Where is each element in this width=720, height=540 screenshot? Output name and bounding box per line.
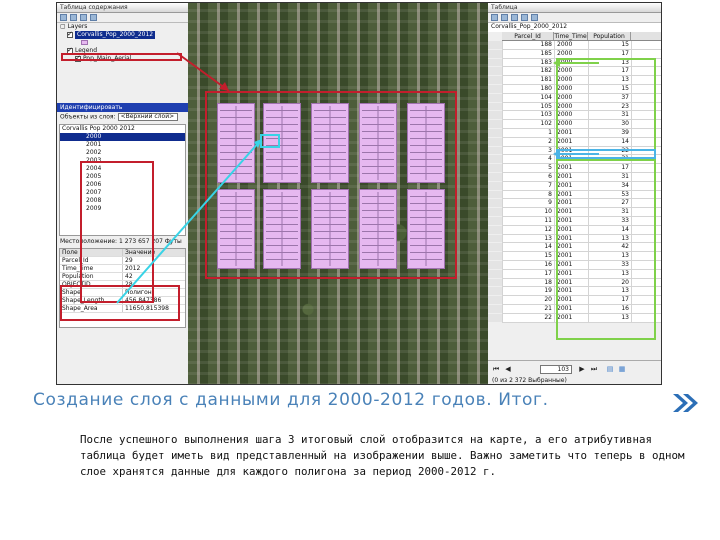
row-selector[interactable] bbox=[488, 269, 503, 278]
row-selector[interactable] bbox=[488, 278, 503, 287]
cell-time: 2000 bbox=[555, 41, 589, 49]
cell-parcel-id: 18 bbox=[503, 278, 555, 287]
column-header-parcel-id[interactable]: Parcel_Id bbox=[502, 32, 554, 40]
table-title: Таблица bbox=[488, 3, 661, 13]
cell-parcel-id: 14 bbox=[503, 243, 555, 252]
column-header-population[interactable]: Population bbox=[588, 32, 631, 40]
green-arrowhead bbox=[553, 59, 560, 67]
row-selector[interactable] bbox=[488, 287, 503, 296]
row-selector[interactable] bbox=[488, 49, 503, 58]
cell-parcel-id: 188 bbox=[503, 41, 555, 49]
cell-parcel-id: 22 bbox=[503, 313, 555, 322]
row-selector[interactable] bbox=[488, 225, 503, 234]
cell-parcel-id: 17 bbox=[503, 269, 555, 278]
cell-parcel-id: 21 bbox=[503, 304, 555, 313]
cell-parcel-id: 19 bbox=[503, 287, 555, 296]
table-row[interactable]: 188 2000 15 bbox=[488, 41, 661, 50]
cell-parcel-id: 11 bbox=[503, 216, 555, 225]
screenshot: Таблица содержания ▢ Layers Corvallis_Po… bbox=[56, 2, 662, 385]
row-selector[interactable] bbox=[488, 41, 503, 49]
row-selector[interactable] bbox=[488, 234, 503, 243]
clear-selection-icon[interactable] bbox=[511, 14, 518, 21]
selection-status: (0 из 2 372 Выбранные) bbox=[492, 377, 567, 384]
zoom-to-selected-icon[interactable] bbox=[521, 14, 528, 21]
double-chevron-right-icon[interactable] bbox=[670, 391, 702, 415]
row-selector[interactable] bbox=[488, 137, 503, 146]
table-options-icon[interactable] bbox=[491, 14, 498, 21]
row-selector[interactable] bbox=[488, 58, 503, 67]
table-arrows bbox=[553, 59, 599, 158]
year-2001-rows-frame bbox=[556, 159, 656, 340]
cell-parcel-id: 7 bbox=[503, 181, 555, 190]
cell-parcel-id: 12 bbox=[503, 225, 555, 234]
row-selector[interactable] bbox=[488, 111, 503, 120]
cell-population: 15 bbox=[589, 41, 632, 49]
row-selector[interactable] bbox=[488, 93, 503, 102]
red-arrow-line bbox=[176, 52, 230, 92]
row-selector[interactable] bbox=[488, 304, 503, 313]
red-arrowhead bbox=[219, 82, 229, 91]
row-selector[interactable] bbox=[488, 102, 503, 111]
row-selector[interactable] bbox=[488, 181, 503, 190]
slide-caption: Создание слоя с данными для 2000-2012 го… bbox=[33, 390, 549, 410]
row-selector[interactable] bbox=[488, 128, 503, 137]
row-selector[interactable] bbox=[488, 164, 503, 172]
row-selector[interactable] bbox=[488, 190, 503, 199]
table-footer: ⏮ ◀ 103 ▶ ⏭ ▤ ▦ (0 из 2 372 Выбранные) bbox=[488, 360, 661, 384]
row-selector[interactable] bbox=[488, 208, 503, 216]
row-selector[interactable] bbox=[488, 199, 503, 208]
row-selector[interactable] bbox=[488, 313, 503, 322]
last-record-icon[interactable]: ⏭ bbox=[590, 365, 598, 373]
next-record-icon[interactable]: ▶ bbox=[578, 365, 586, 373]
blue-arrowhead bbox=[553, 150, 560, 158]
table-header: Parcel_Id Time_Time Population bbox=[502, 32, 661, 41]
select-by-attributes-icon[interactable] bbox=[501, 14, 508, 21]
column-header-time[interactable]: Time_Time bbox=[554, 32, 588, 40]
table-tab[interactable]: Corvallis_Pop_2000_2012 bbox=[488, 23, 661, 32]
record-number-field[interactable]: 103 bbox=[540, 365, 572, 374]
cell-parcel-id: 10 bbox=[503, 208, 555, 216]
cell-parcel-id: 15 bbox=[503, 252, 555, 260]
row-selector[interactable] bbox=[488, 76, 503, 84]
cell-parcel-id: 20 bbox=[503, 296, 555, 304]
cell-parcel-id: 6 bbox=[503, 172, 555, 181]
cell-parcel-id: 13 bbox=[503, 234, 555, 243]
row-selector[interactable] bbox=[488, 252, 503, 260]
row-selector[interactable] bbox=[488, 67, 503, 76]
row-selector[interactable] bbox=[488, 260, 503, 269]
prev-record-icon[interactable]: ◀ bbox=[504, 365, 512, 373]
cyan-arrow-line bbox=[116, 140, 261, 304]
row-selector[interactable] bbox=[488, 84, 503, 93]
cell-parcel-id: 8 bbox=[503, 190, 555, 199]
delete-selected-icon[interactable] bbox=[531, 14, 538, 21]
table-toolbar bbox=[488, 13, 661, 23]
row-selector[interactable] bbox=[488, 155, 503, 164]
row-selector[interactable] bbox=[488, 243, 503, 252]
row-selector[interactable] bbox=[488, 296, 503, 304]
row-selector[interactable] bbox=[488, 172, 503, 181]
show-selected-records-icon[interactable]: ▦ bbox=[618, 365, 626, 373]
first-record-icon[interactable]: ⏮ bbox=[492, 365, 500, 373]
row-selector[interactable] bbox=[488, 120, 503, 128]
cell-parcel-id: 5 bbox=[503, 164, 555, 172]
show-all-records-icon[interactable]: ▤ bbox=[606, 365, 614, 373]
cell-parcel-id: 9 bbox=[503, 199, 555, 208]
row-selector[interactable] bbox=[488, 216, 503, 225]
slide-body-text: После успешного выполнения шага 3 итогов… bbox=[80, 433, 685, 478]
cell-parcel-id: 16 bbox=[503, 260, 555, 269]
row-selector[interactable] bbox=[488, 146, 503, 155]
